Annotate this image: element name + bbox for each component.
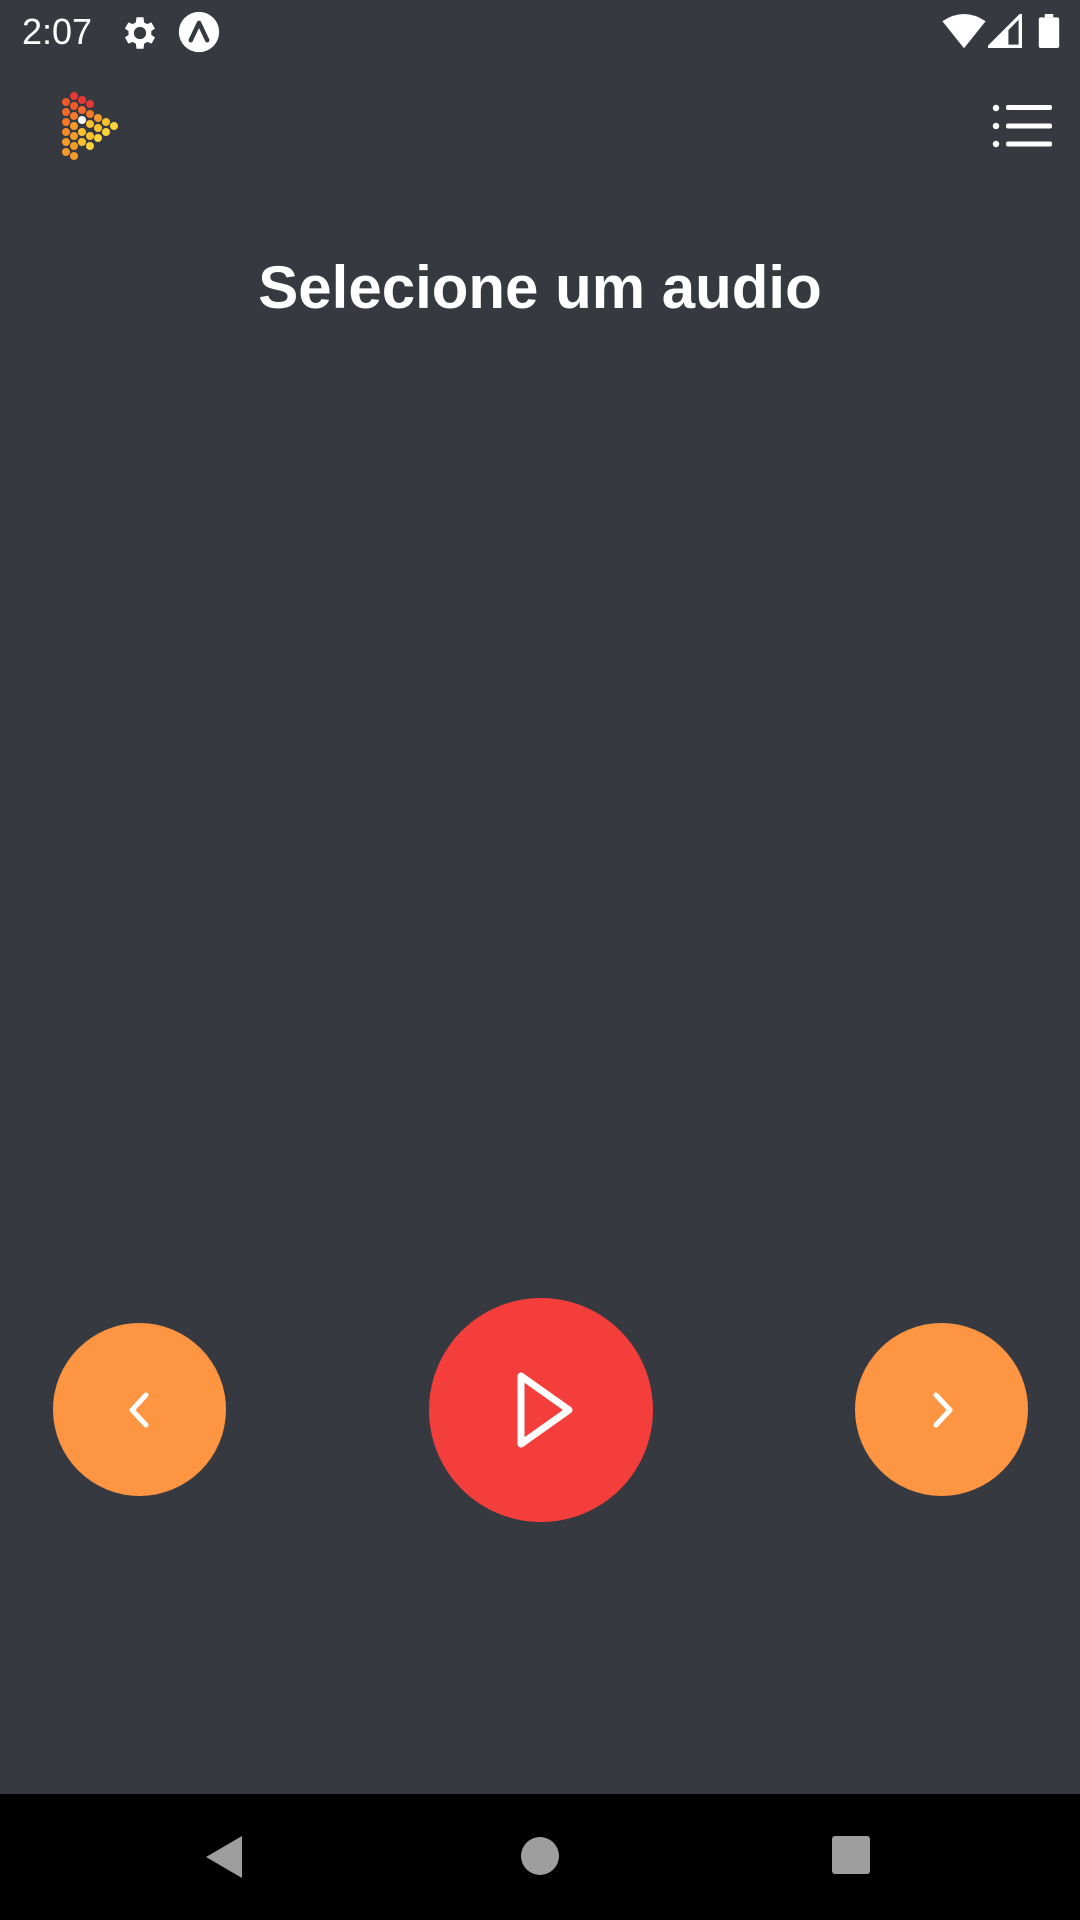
back-icon[interactable] — [202, 1834, 246, 1880]
page-title: Selecione um audio — [258, 254, 822, 321]
gear-icon — [124, 17, 156, 49]
status-bar: 2:07 — [0, 0, 1080, 64]
navigation-bar — [0, 1794, 1080, 1920]
chevron-right-icon — [933, 1392, 952, 1427]
home-icon[interactable] — [518, 1834, 562, 1878]
play-button[interactable] — [429, 1298, 653, 1522]
signal-icon — [988, 14, 1022, 48]
list-menu-icon — [992, 104, 1052, 148]
recents-icon[interactable] — [830, 1834, 872, 1876]
play-icon — [517, 1372, 573, 1448]
chevron-left-icon — [129, 1392, 148, 1427]
wifi-icon — [942, 14, 986, 49]
app-logo-icon — [62, 92, 118, 160]
status-time: 2:07 — [22, 11, 93, 52]
next-button[interactable] — [855, 1323, 1028, 1496]
menu-button[interactable] — [990, 100, 1054, 152]
expo-icon — [178, 11, 220, 53]
previous-button[interactable] — [53, 1323, 226, 1496]
battery-icon — [1038, 14, 1060, 48]
app-screen: 2:07 Selecione um audio — [0, 0, 1080, 1920]
